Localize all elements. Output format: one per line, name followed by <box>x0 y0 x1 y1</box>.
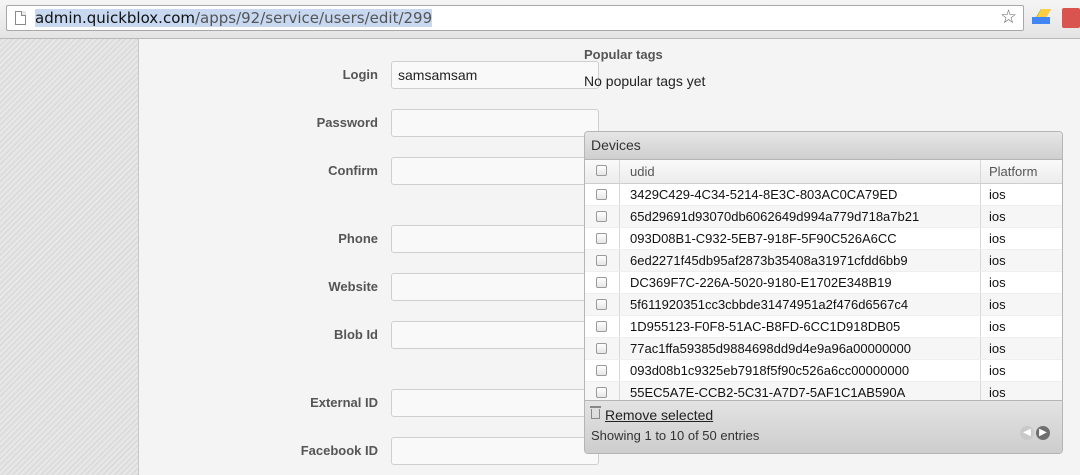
website-input[interactable] <box>391 273 599 301</box>
platform-cell: ios <box>989 187 1006 202</box>
platform-cell: ios <box>989 209 1006 224</box>
platform-cell: ios <box>989 363 1006 378</box>
table-row[interactable]: 65d29691d93070db6062649d994a779d718a7b21… <box>585 206 1062 228</box>
row-checkbox[interactable] <box>596 277 607 288</box>
udid-cell: 1D955123-F0F8-51AC-B8FD-6CC1D918DB05 <box>630 319 901 334</box>
udid-cell: 093D08B1-C932-5EB7-918F-5F90C526A6CC <box>630 231 897 246</box>
trash-icon[interactable] <box>590 406 601 419</box>
devices-table-header: udid Platform <box>585 160 1062 184</box>
confirm-label: Confirm <box>328 163 378 178</box>
login-label: Login <box>342 67 378 82</box>
popular-tags-title: Popular tags <box>584 47 663 62</box>
row-checkbox[interactable] <box>596 343 607 354</box>
address-bar[interactable]: admin.quickblox.com/apps/92/service/user… <box>6 5 1024 31</box>
udid-cell: 65d29691d93070db6062649d994a779d718a7b21 <box>630 209 920 224</box>
phone-label: Phone <box>338 231 378 246</box>
udid-cell: DC369F7C-226A-5020-9180-E1702E348B19 <box>630 275 892 290</box>
entries-info: Showing 1 to 10 of 50 entries <box>591 428 760 443</box>
google-drive-icon[interactable] <box>1032 9 1050 24</box>
platform-cell: ios <box>989 275 1006 290</box>
row-checkbox[interactable] <box>596 299 607 310</box>
facebook-id-label: Facebook ID <box>300 443 378 458</box>
row-checkbox[interactable] <box>596 321 607 332</box>
row-checkbox[interactable] <box>596 387 607 398</box>
table-row[interactable]: 093D08B1-C932-5EB7-918F-5F90C526A6CC ios <box>585 228 1062 250</box>
udid-cell: 55EC5A7E-CCB2-5C31-A7D7-5AF1C1AB590A <box>630 385 906 400</box>
table-row[interactable]: 3429C429-4C34-5214-8E3C-803AC0CA79ED ios <box>585 184 1062 206</box>
previous-page-icon[interactable]: ◀ <box>1020 426 1034 440</box>
login-input[interactable]: samsamsam <box>391 61 599 89</box>
confirm-input[interactable] <box>391 157 599 185</box>
platform-cell: ios <box>989 341 1006 356</box>
left-sidebar-pattern <box>0 39 139 475</box>
password-input[interactable] <box>391 109 599 137</box>
popular-tags-empty: No popular tags yet <box>584 73 706 89</box>
table-row[interactable]: 5f611920351cc3cbbde31474951a2f476d6567c4… <box>585 294 1062 316</box>
website-label: Website <box>328 279 378 294</box>
row-checkbox[interactable] <box>596 365 607 376</box>
row-checkbox[interactable] <box>596 255 607 266</box>
extension-icon[interactable] <box>1062 8 1080 28</box>
platform-column-header[interactable]: Platform <box>989 164 1037 179</box>
url-text[interactable]: admin.quickblox.com/apps/92/service/user… <box>35 9 433 27</box>
page-icon <box>15 11 26 25</box>
browser-toolbar: admin.quickblox.com/apps/92/service/user… <box>0 0 1080 39</box>
row-checkbox[interactable] <box>596 189 607 200</box>
udid-cell: 3429C429-4C34-5214-8E3C-803AC0CA79ED <box>630 187 898 202</box>
platform-cell: ios <box>989 231 1006 246</box>
udid-cell: 77ac1ffa59385d9884698dd9d4e9a96a00000000 <box>630 341 911 356</box>
udid-column-header[interactable]: udid <box>630 164 655 179</box>
devices-title: Devices <box>585 132 1062 160</box>
password-label: Password <box>316 115 378 130</box>
blob-id-label: Blob Id <box>333 327 378 342</box>
table-row[interactable]: DC369F7C-226A-5020-9180-E1702E348B19 ios <box>585 272 1062 294</box>
next-page-icon[interactable]: ▶ <box>1036 426 1050 440</box>
table-row[interactable]: 093d08b1c9325eb7918f5f90c526a6cc00000000… <box>585 360 1062 382</box>
facebook-id-input[interactable] <box>391 437 599 465</box>
table-row[interactable]: 1D955123-F0F8-51AC-B8FD-6CC1D918DB05 ios <box>585 316 1062 338</box>
remove-selected-link[interactable]: Remove selected <box>605 407 713 423</box>
udid-cell: 093d08b1c9325eb7918f5f90c526a6cc00000000 <box>630 363 910 378</box>
external-id-input[interactable] <box>391 389 599 417</box>
table-row[interactable]: 77ac1ffa59385d9884698dd9d4e9a96a00000000… <box>585 338 1062 360</box>
platform-cell: ios <box>989 253 1006 268</box>
phone-input[interactable] <box>391 225 599 253</box>
platform-cell: ios <box>989 297 1006 312</box>
table-row[interactable]: 6ed2271f45db95af2873b35408a31971cfdd6bb9… <box>585 250 1062 272</box>
devices-table-body: 3429C429-4C34-5214-8E3C-803AC0CA79ED ios 6… <box>585 184 1062 404</box>
platform-cell: ios <box>989 385 1006 400</box>
row-checkbox[interactable] <box>596 233 607 244</box>
select-all-checkbox[interactable] <box>596 165 607 176</box>
row-checkbox[interactable] <box>596 211 607 222</box>
platform-cell: ios <box>989 319 1006 334</box>
external-id-label: External ID <box>310 395 378 410</box>
udid-cell: 6ed2271f45db95af2873b35408a31971cfdd6bb9 <box>630 253 908 268</box>
star-icon[interactable]: ☆ <box>1000 8 1017 28</box>
devices-panel: Devices udid Platform 3429C429-4C34-5214… <box>584 131 1063 454</box>
udid-cell: 5f611920351cc3cbbde31474951a2f476d6567c4 <box>630 297 909 312</box>
devices-footer: Remove selected Showing 1 to 10 of 50 en… <box>585 400 1062 453</box>
blob-id-input[interactable] <box>391 321 599 349</box>
